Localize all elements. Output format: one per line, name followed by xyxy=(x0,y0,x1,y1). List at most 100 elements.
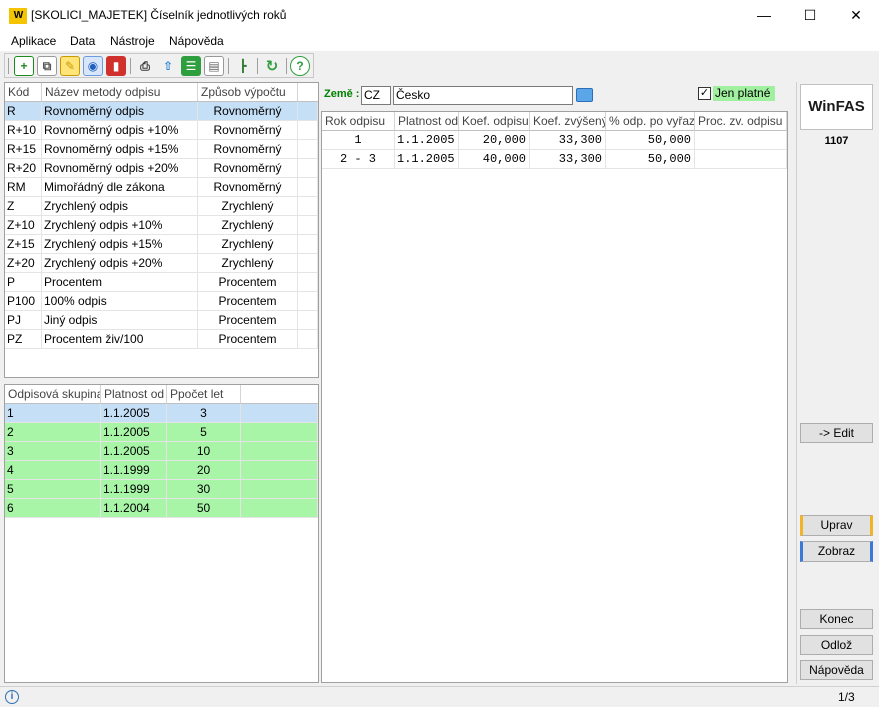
cell-filler xyxy=(298,216,318,235)
uprav-button[interactable]: Uprav xyxy=(800,515,873,536)
cell-kod: R+10 xyxy=(5,121,42,140)
export-icon[interactable]: ⇧ xyxy=(158,56,178,76)
table-row[interactable]: 6 1.1.2004 50 xyxy=(5,499,318,518)
cell-nazev: Rovnoměrný odpis +10% xyxy=(42,121,198,140)
cell-platnost: 1.1.1999 xyxy=(101,461,167,480)
table-row[interactable]: RM Mimořádný dle zákona Rovnoměrný xyxy=(5,178,318,197)
menu-napoveda[interactable]: Nápověda xyxy=(169,33,224,49)
edit-button[interactable]: -> Edit xyxy=(800,423,873,443)
cell-nazev: Zrychlený odpis +15% xyxy=(42,235,198,254)
cell-nazev: Mimořádný dle zákona xyxy=(42,178,198,197)
table-row[interactable]: R+10 Rovnoměrný odpis +10% Rovnoměrný xyxy=(5,121,318,140)
column-header-nazev[interactable]: Název metody odpisu xyxy=(42,83,198,102)
cell-kod: Z+20 xyxy=(5,254,42,273)
menu-nastroje[interactable]: Nástroje xyxy=(110,33,155,49)
close-icon[interactable]: ✕ xyxy=(833,0,879,31)
cell-filler xyxy=(298,235,318,254)
table-row[interactable]: R Rovnoměrný odpis Rovnoměrný xyxy=(5,102,318,121)
table-row[interactable]: 2 1.1.2005 5 xyxy=(5,423,318,442)
delete-icon[interactable]: ▮ xyxy=(106,56,126,76)
add-icon[interactable]: + xyxy=(14,56,34,76)
table-row[interactable]: P100 100% odpis Procentem xyxy=(5,292,318,311)
view-icon[interactable]: ◉ xyxy=(83,56,103,76)
panel-icon[interactable]: ▤ xyxy=(204,56,224,76)
table-row[interactable]: 5 1.1.1999 30 xyxy=(5,480,318,499)
cell-koef-zvyseny: 33,300 xyxy=(530,150,606,169)
cell-nazev: Rovnoměrný odpis +15% xyxy=(42,140,198,159)
table-row[interactable]: 1 1.1.2005 3 xyxy=(5,404,318,423)
cell-kod: P100 xyxy=(5,292,42,311)
edit-icon[interactable]: ✎ xyxy=(60,56,80,76)
column-header-proc-zv-odpisu[interactable]: Proc. zv. odpisu xyxy=(695,112,787,131)
table-row[interactable]: 2 - 3 1.1.2005 40,000 33,300 50,000 xyxy=(322,150,787,169)
column-header-platnost-od[interactable]: Platnost od xyxy=(395,112,459,131)
zobraz-button[interactable]: Zobraz xyxy=(800,541,873,562)
column-header-koef-odpisu[interactable]: Koef. odpisu xyxy=(459,112,530,131)
column-header-kod[interactable]: Kód xyxy=(5,83,42,102)
cell-filler xyxy=(298,311,318,330)
column-header-pocet-let[interactable]: Ppočet let xyxy=(167,385,241,404)
info-icon[interactable]: i xyxy=(5,690,19,704)
cell-platnost: 1.1.2005 xyxy=(101,404,167,423)
folder-open-icon[interactable] xyxy=(576,88,593,102)
table-row[interactable]: 3 1.1.2005 10 xyxy=(5,442,318,461)
cell-nazev: Rovnoměrný odpis xyxy=(42,102,198,121)
copy-icon[interactable]: ⧉ xyxy=(37,56,57,76)
cell-kod: Z+15 xyxy=(5,235,42,254)
table-row[interactable]: P Procentem Procentem xyxy=(5,273,318,292)
cell-zpusob: Rovnoměrný xyxy=(198,159,298,178)
maximize-icon[interactable]: ☐ xyxy=(787,0,833,31)
print-icon[interactable]: ⎙ xyxy=(135,56,155,76)
cell-pocet: 3 xyxy=(167,404,241,423)
cell-pocet: 10 xyxy=(167,442,241,461)
table-row[interactable]: Z+20 Zrychlený odpis +20% Zrychlený xyxy=(5,254,318,273)
column-header-rok-odpisu[interactable]: Rok odpisu xyxy=(322,112,395,131)
table-row[interactable]: 4 1.1.1999 20 xyxy=(5,461,318,480)
konec-button[interactable]: Konec xyxy=(800,609,873,629)
table-row[interactable]: Z+15 Zrychlený odpis +15% Zrychlený xyxy=(5,235,318,254)
table-row[interactable]: R+15 Rovnoměrný odpis +15% Rovnoměrný xyxy=(5,140,318,159)
column-header-odpisova-skupina[interactable]: Odpisová skupina xyxy=(5,385,101,404)
table-row[interactable]: Z+10 Zrychlený odpis +10% Zrychlený xyxy=(5,216,318,235)
table-row[interactable]: PZ Procentem živ/100 Procentem xyxy=(5,330,318,349)
cell-platnost: 1.1.2005 xyxy=(395,131,459,150)
cell-skupina: 5 xyxy=(5,480,101,499)
table-row[interactable]: 1 1.1.2005 20,000 33,300 50,000 xyxy=(322,131,787,150)
cell-proc-zv xyxy=(695,150,787,169)
minimize-icon[interactable]: — xyxy=(741,0,787,31)
cell-filler xyxy=(241,442,318,461)
help-icon[interactable]: ? xyxy=(290,56,310,76)
cell-zpusob: Procentem xyxy=(198,273,298,292)
column-header-odp-po-vyraz[interactable]: % odp. po vyřaz. xyxy=(606,112,695,131)
cell-kod: R xyxy=(5,102,42,121)
column-header-platnost-od[interactable]: Platnost od xyxy=(101,385,167,404)
menu-data[interactable]: Data xyxy=(70,33,95,49)
column-header-zpusob[interactable]: Způsob výpočtu xyxy=(198,83,298,102)
status-bar: i 1/3 xyxy=(0,686,879,707)
cell-kod: P xyxy=(5,273,42,292)
odloz-button[interactable]: Odlož xyxy=(800,635,873,655)
cell-filler xyxy=(298,292,318,311)
cell-platnost: 1.1.2005 xyxy=(101,442,167,461)
table-row[interactable]: R+20 Rovnoměrný odpis +20% Rovnoměrný xyxy=(5,159,318,178)
cell-koef-odpisu: 20,000 xyxy=(459,131,530,150)
tree-icon[interactable]: ┣ xyxy=(233,56,253,76)
list-icon[interactable]: ☰ xyxy=(181,56,201,76)
cell-koef-odpisu: 40,000 xyxy=(459,150,530,169)
cell-pocet: 5 xyxy=(167,423,241,442)
refresh-icon[interactable]: ↻ xyxy=(262,56,282,76)
column-header-koef-zvyseny[interactable]: Koef. zvýšený xyxy=(530,112,606,131)
cell-nazev: Rovnoměrný odpis +20% xyxy=(42,159,198,178)
only-valid-checkbox[interactable]: ✓ xyxy=(698,87,711,100)
menu-aplikace[interactable]: Aplikace xyxy=(11,33,56,49)
cell-skupina: 3 xyxy=(5,442,101,461)
cell-filler xyxy=(298,197,318,216)
cell-filler xyxy=(298,140,318,159)
cell-nazev: Procentem živ/100 xyxy=(42,330,198,349)
table-row[interactable]: PJ Jiný odpis Procentem xyxy=(5,311,318,330)
napoveda-button[interactable]: Nápověda xyxy=(800,660,873,680)
table-row[interactable]: Z Zrychlený odpis Zrychlený xyxy=(5,197,318,216)
cell-platnost: 1.1.2004 xyxy=(101,499,167,518)
country-code-input[interactable]: CZ xyxy=(361,86,391,105)
country-name-input[interactable]: Česko xyxy=(393,86,573,105)
